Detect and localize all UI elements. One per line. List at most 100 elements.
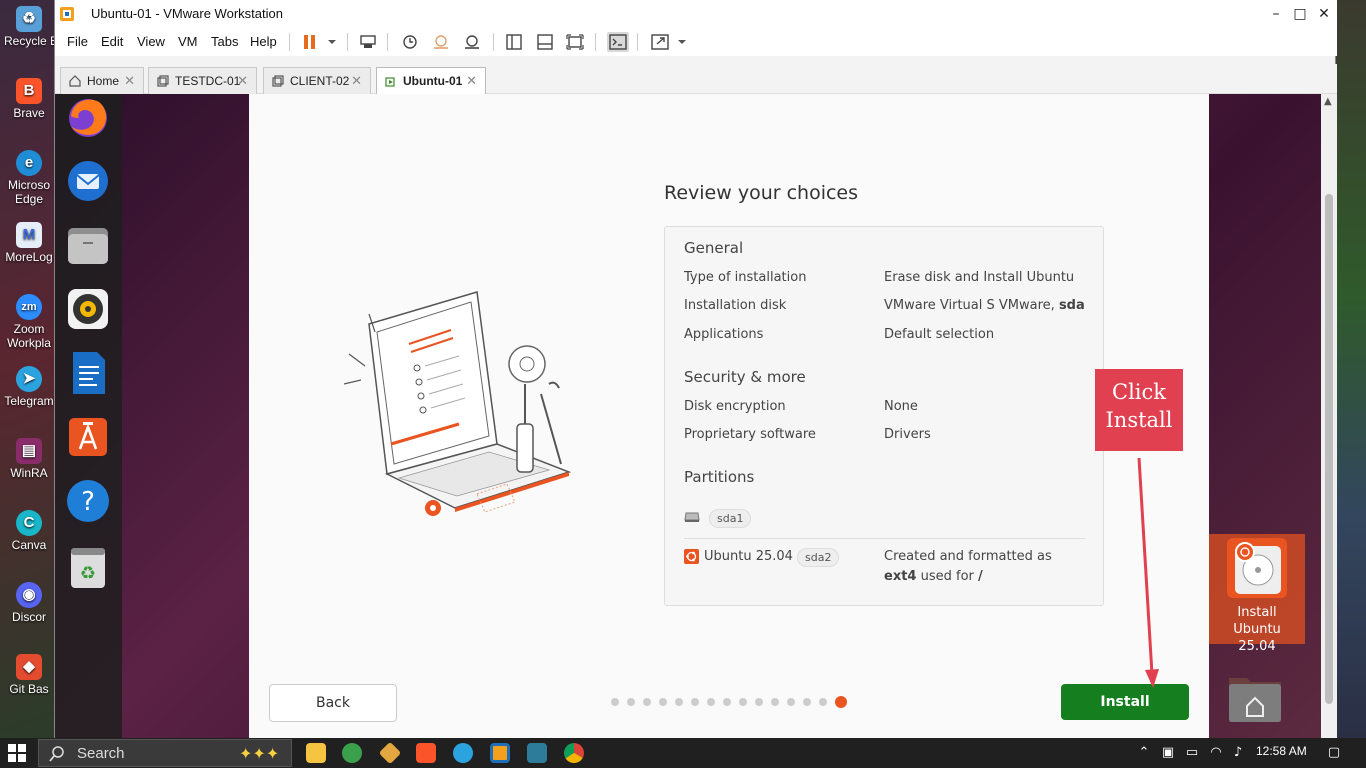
help-icon[interactable]: ? xyxy=(65,478,111,524)
desktop-icon-label: Install Ubuntu 25.04 xyxy=(1233,605,1281,654)
stretch-guest-icon[interactable] xyxy=(649,32,671,52)
tab-testdc-01[interactable]: TESTDC-01 ✕ xyxy=(148,67,257,94)
brave-taskbar-icon[interactable] xyxy=(416,743,436,763)
taskbar-search[interactable]: Search ✦✦✦ xyxy=(38,739,292,767)
desktop-icon-label: Brave xyxy=(13,106,45,120)
firefox-icon[interactable] xyxy=(65,94,111,140)
menu-tabs[interactable]: Tabs xyxy=(211,34,238,49)
volume-icon[interactable]: ♪ xyxy=(1230,745,1246,761)
chevron-down-icon[interactable] xyxy=(671,32,693,52)
search-input[interactable]: Search xyxy=(77,745,125,762)
fullscreen-icon[interactable] xyxy=(564,32,586,52)
menu-edit[interactable]: Edit xyxy=(101,34,123,49)
desktop-icon-label: WinRA xyxy=(10,466,48,480)
desktop-icon-brave[interactable]: B Brave xyxy=(4,78,54,120)
ubuntu-dock: ? ♻ xyxy=(55,94,122,738)
chevron-down-icon[interactable] xyxy=(321,32,343,52)
app-center-icon[interactable] xyxy=(65,414,111,460)
pause-icon[interactable] xyxy=(299,32,321,52)
close-icon[interactable]: ✕ xyxy=(237,73,248,89)
install-button[interactable]: Install xyxy=(1061,684,1189,720)
callout-text: Install xyxy=(1105,408,1173,432)
maximize-button[interactable]: □ xyxy=(1289,4,1311,24)
tab-label: CLIENT-02 xyxy=(290,74,350,88)
menu-view[interactable]: View xyxy=(137,34,165,49)
chevron-up-icon[interactable]: ⌃ xyxy=(1136,745,1152,761)
tab-label: TESTDC-01 xyxy=(175,74,241,88)
wifi-icon[interactable]: ◠ xyxy=(1208,745,1224,761)
close-icon[interactable]: ✕ xyxy=(466,73,477,89)
toolbar-separator xyxy=(595,33,596,51)
scroll-up-icon[interactable]: ▲ xyxy=(1324,96,1332,107)
desktop-icon-telegram[interactable]: ➤ Telegram xyxy=(4,366,54,408)
rhythmbox-icon[interactable] xyxy=(65,286,111,332)
file-explorer-icon[interactable] xyxy=(306,743,326,763)
thunderbird-icon[interactable] xyxy=(65,158,111,204)
partition-chip: sda2 xyxy=(797,548,840,567)
snapshot-manager-icon[interactable] xyxy=(461,32,483,52)
desktop-icon-recycle-bin[interactable]: ♻ Recycle B xyxy=(4,6,54,48)
desktop-icon-git-bash[interactable]: ◆ Git Bas xyxy=(4,654,54,696)
close-icon[interactable]: ✕ xyxy=(351,73,362,89)
desktop-icon-label: Zoom Workpla xyxy=(7,322,51,350)
ubuntu-installer-window: Review your choices General Type of inst… xyxy=(249,94,1209,738)
desktop-icon-label: Discor xyxy=(11,610,46,624)
revert-snapshot-icon[interactable] xyxy=(430,32,452,52)
tab-home[interactable]: Home ✕ xyxy=(60,67,144,94)
notification-icon[interactable]: ▢ xyxy=(1326,745,1342,761)
thumbnail-view-icon[interactable] xyxy=(534,32,556,52)
partition-chip: sda1 xyxy=(709,509,752,528)
send-ctrl-alt-del-icon[interactable] xyxy=(357,32,379,52)
vscode-icon[interactable] xyxy=(527,743,547,763)
vmware-taskbar-icon[interactable] xyxy=(490,743,510,763)
progress-dot xyxy=(611,698,619,706)
back-button[interactable]: Back xyxy=(269,684,397,722)
writer-icon[interactable] xyxy=(65,350,111,396)
toolbar-separator xyxy=(637,33,638,51)
desktop-icon-install-ubuntu[interactable]: Install Ubuntu 25.04 xyxy=(1209,534,1305,654)
chrome-icon[interactable] xyxy=(564,743,584,763)
menu-vm[interactable]: VM xyxy=(178,34,198,49)
annotation-callout: Click Install xyxy=(1095,369,1183,451)
desktop-icon-zoom[interactable]: zm Zoom Workpla xyxy=(4,294,54,350)
library-view-icon[interactable] xyxy=(503,32,525,52)
desktop-icon-winrar[interactable]: ▤ WinRA xyxy=(4,438,54,480)
progress-dot xyxy=(723,698,731,706)
disk-device: sda xyxy=(1058,298,1085,313)
vertical-scrollbar[interactable]: ▲ xyxy=(1321,94,1337,738)
git-icon[interactable] xyxy=(378,741,402,765)
desktop-icon-label: Git Bas xyxy=(9,682,49,696)
home-folder-icon[interactable] xyxy=(1225,672,1285,724)
desktop-icon-edge[interactable]: e Microso Edge xyxy=(4,150,54,206)
installer-disk-icon xyxy=(1227,538,1287,598)
discord-icon: ◉ xyxy=(16,582,42,608)
tab-client-02[interactable]: CLIENT-02 ✕ xyxy=(263,67,371,94)
telegram-taskbar-icon[interactable] xyxy=(453,743,473,763)
meet-icon[interactable]: ▣ xyxy=(1160,745,1176,761)
tab-label: Ubuntu-01 xyxy=(403,74,463,88)
gns-icon[interactable] xyxy=(342,743,362,763)
tab-ubuntu-01[interactable]: Ubuntu-01 ✕ xyxy=(376,67,486,94)
snapshot-icon[interactable] xyxy=(399,32,421,52)
scrollbar-thumb[interactable] xyxy=(1325,194,1333,704)
trash-icon[interactable]: ♻ xyxy=(65,544,111,590)
files-icon[interactable] xyxy=(65,222,111,268)
close-icon[interactable]: ✕ xyxy=(124,73,135,89)
console-view-icon[interactable] xyxy=(607,32,629,52)
close-window-button[interactable]: ✕ xyxy=(1313,4,1335,24)
summary-value: VMware Virtual S VMware, sda xyxy=(884,298,1085,313)
menu-bar: File Edit View VM Tabs Help xyxy=(55,28,1337,56)
vmware-window: Ubuntu-01 - VMware Workstation – □ ✕ Fil… xyxy=(54,0,1337,738)
desktop-icon-morelogin[interactable]: M MoreLog xyxy=(4,222,54,264)
minimize-button[interactable]: – xyxy=(1265,4,1287,24)
desktop-icon-canva[interactable]: C Canva xyxy=(4,510,54,552)
taskbar-clock[interactable]: 12:58 AM xyxy=(1256,744,1307,758)
guest-display[interactable]: ? ♻ Review your choices General Type of … xyxy=(55,94,1321,738)
section-heading-partitions: Partitions xyxy=(684,468,755,486)
windows-start-icon[interactable] xyxy=(8,744,26,762)
laptop-tools-illustration xyxy=(343,291,572,516)
desktop-icon-discord[interactable]: ◉ Discor xyxy=(4,582,54,624)
menu-help[interactable]: Help xyxy=(250,34,277,49)
menu-file[interactable]: File xyxy=(67,34,88,49)
battery-icon[interactable]: ▭ xyxy=(1184,745,1200,761)
